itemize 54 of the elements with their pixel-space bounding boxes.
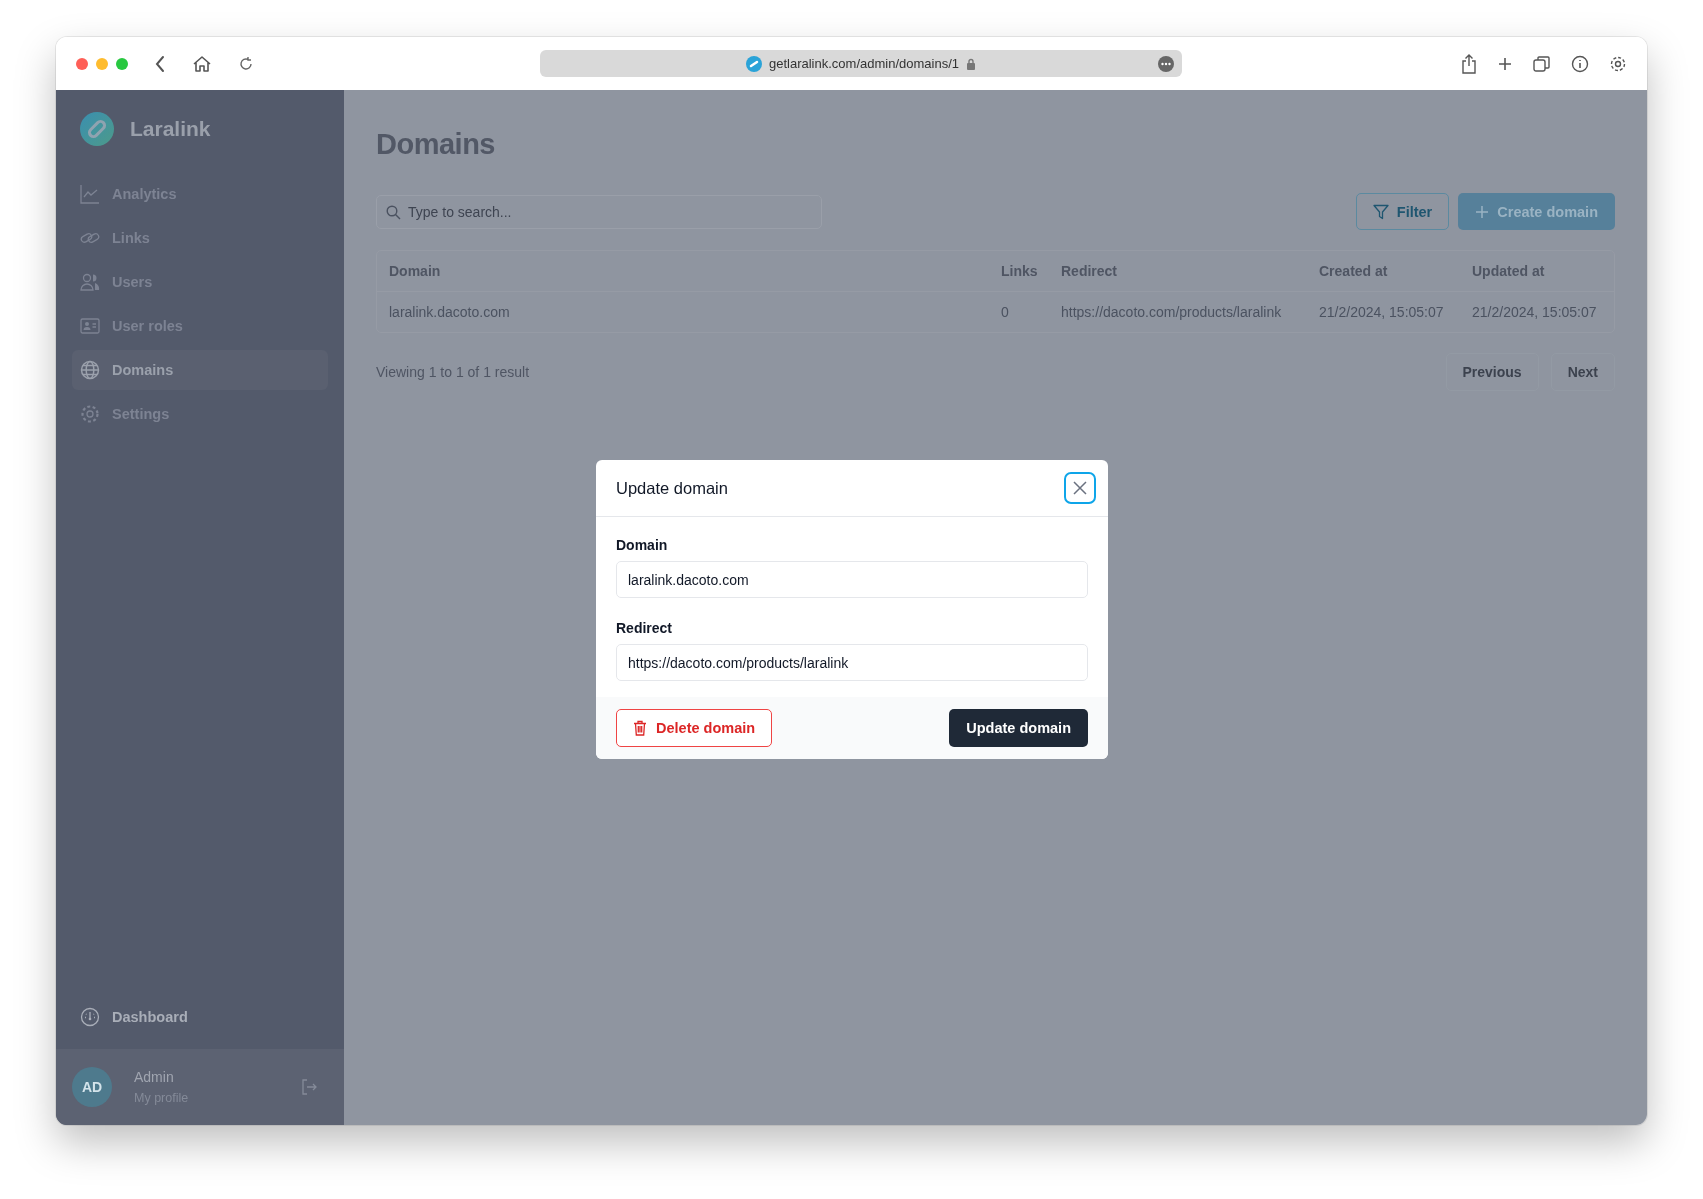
table-cell-text: https://dacoto.com/products/laralink xyxy=(1061,304,1283,320)
dialog-title: Update domain xyxy=(616,478,728,498)
column-header: Domain xyxy=(389,263,442,279)
back-icon[interactable] xyxy=(154,54,166,73)
plus-icon xyxy=(1475,204,1490,219)
reload-icon[interactable] xyxy=(238,55,254,72)
delete-domain-button[interactable]: Delete domain xyxy=(616,709,773,747)
trash-icon xyxy=(633,720,647,736)
search-field[interactable]: Type to search... xyxy=(376,194,822,229)
close-icon xyxy=(1072,480,1088,496)
tabs-icon[interactable] xyxy=(1533,54,1551,73)
address-bar[interactable]: getlaralink.com/admin/domains/1 xyxy=(540,50,1182,77)
input-field[interactable]: https://dacoto.com/products/laralink xyxy=(616,644,1088,681)
link-icon xyxy=(745,55,762,72)
column-header: Links xyxy=(1001,263,1039,279)
globe-icon xyxy=(80,360,100,380)
avatar[interactable]: AD xyxy=(72,1067,112,1107)
create-domain-button[interactable]: Create domain xyxy=(1458,193,1615,230)
filter-icon xyxy=(1372,203,1389,220)
plus-icon[interactable] xyxy=(1497,55,1513,72)
chart-icon xyxy=(80,184,100,204)
info-icon[interactable] xyxy=(1571,54,1589,73)
page-title: Domains xyxy=(376,128,496,161)
users-icon xyxy=(80,272,100,292)
search-icon xyxy=(386,204,401,220)
field-label: Domain xyxy=(616,537,669,553)
result-summary: Viewing 1 to 1 of 1 result xyxy=(376,364,530,380)
lock-icon xyxy=(966,57,976,70)
sidebar-item[interactable]: Dashboard xyxy=(72,997,328,1037)
field-label: Redirect xyxy=(616,620,674,636)
share-icon[interactable] xyxy=(1461,53,1477,74)
input-field[interactable]: laralink.dacoto.com xyxy=(616,561,1088,598)
column-header: Updated at xyxy=(1472,263,1546,279)
column-header: Redirect xyxy=(1061,263,1119,279)
user-name: Admin xyxy=(134,1069,175,1085)
sidebar-item[interactable]: Domains xyxy=(72,350,328,390)
settings-icon xyxy=(80,404,100,424)
update-domain-button[interactable]: Update domain xyxy=(949,709,1088,747)
close-button[interactable] xyxy=(1064,472,1096,504)
close-window-icon[interactable] xyxy=(76,57,88,70)
settings-icon[interactable] xyxy=(1609,54,1627,73)
gauge-icon xyxy=(80,1007,100,1027)
filter-button[interactable]: Filter xyxy=(1355,193,1450,230)
column-header: Created at xyxy=(1319,263,1389,279)
logo-icon xyxy=(80,112,114,146)
table-cell-text: 21/2/2024, 15:05:07 xyxy=(1472,304,1598,320)
table-cell-text: laralink.dacoto.com xyxy=(389,304,511,320)
table-cell-text: 21/2/2024, 15:05:07 xyxy=(1319,304,1445,320)
table-cell-text: 0 xyxy=(1001,304,1010,320)
home-icon[interactable] xyxy=(192,54,212,73)
brand-name: Laralink xyxy=(130,117,211,141)
more-icon[interactable] xyxy=(1158,56,1174,72)
id-card-icon xyxy=(80,317,100,335)
url-text: getlaralink.com/admin/domains/1 xyxy=(768,56,959,71)
